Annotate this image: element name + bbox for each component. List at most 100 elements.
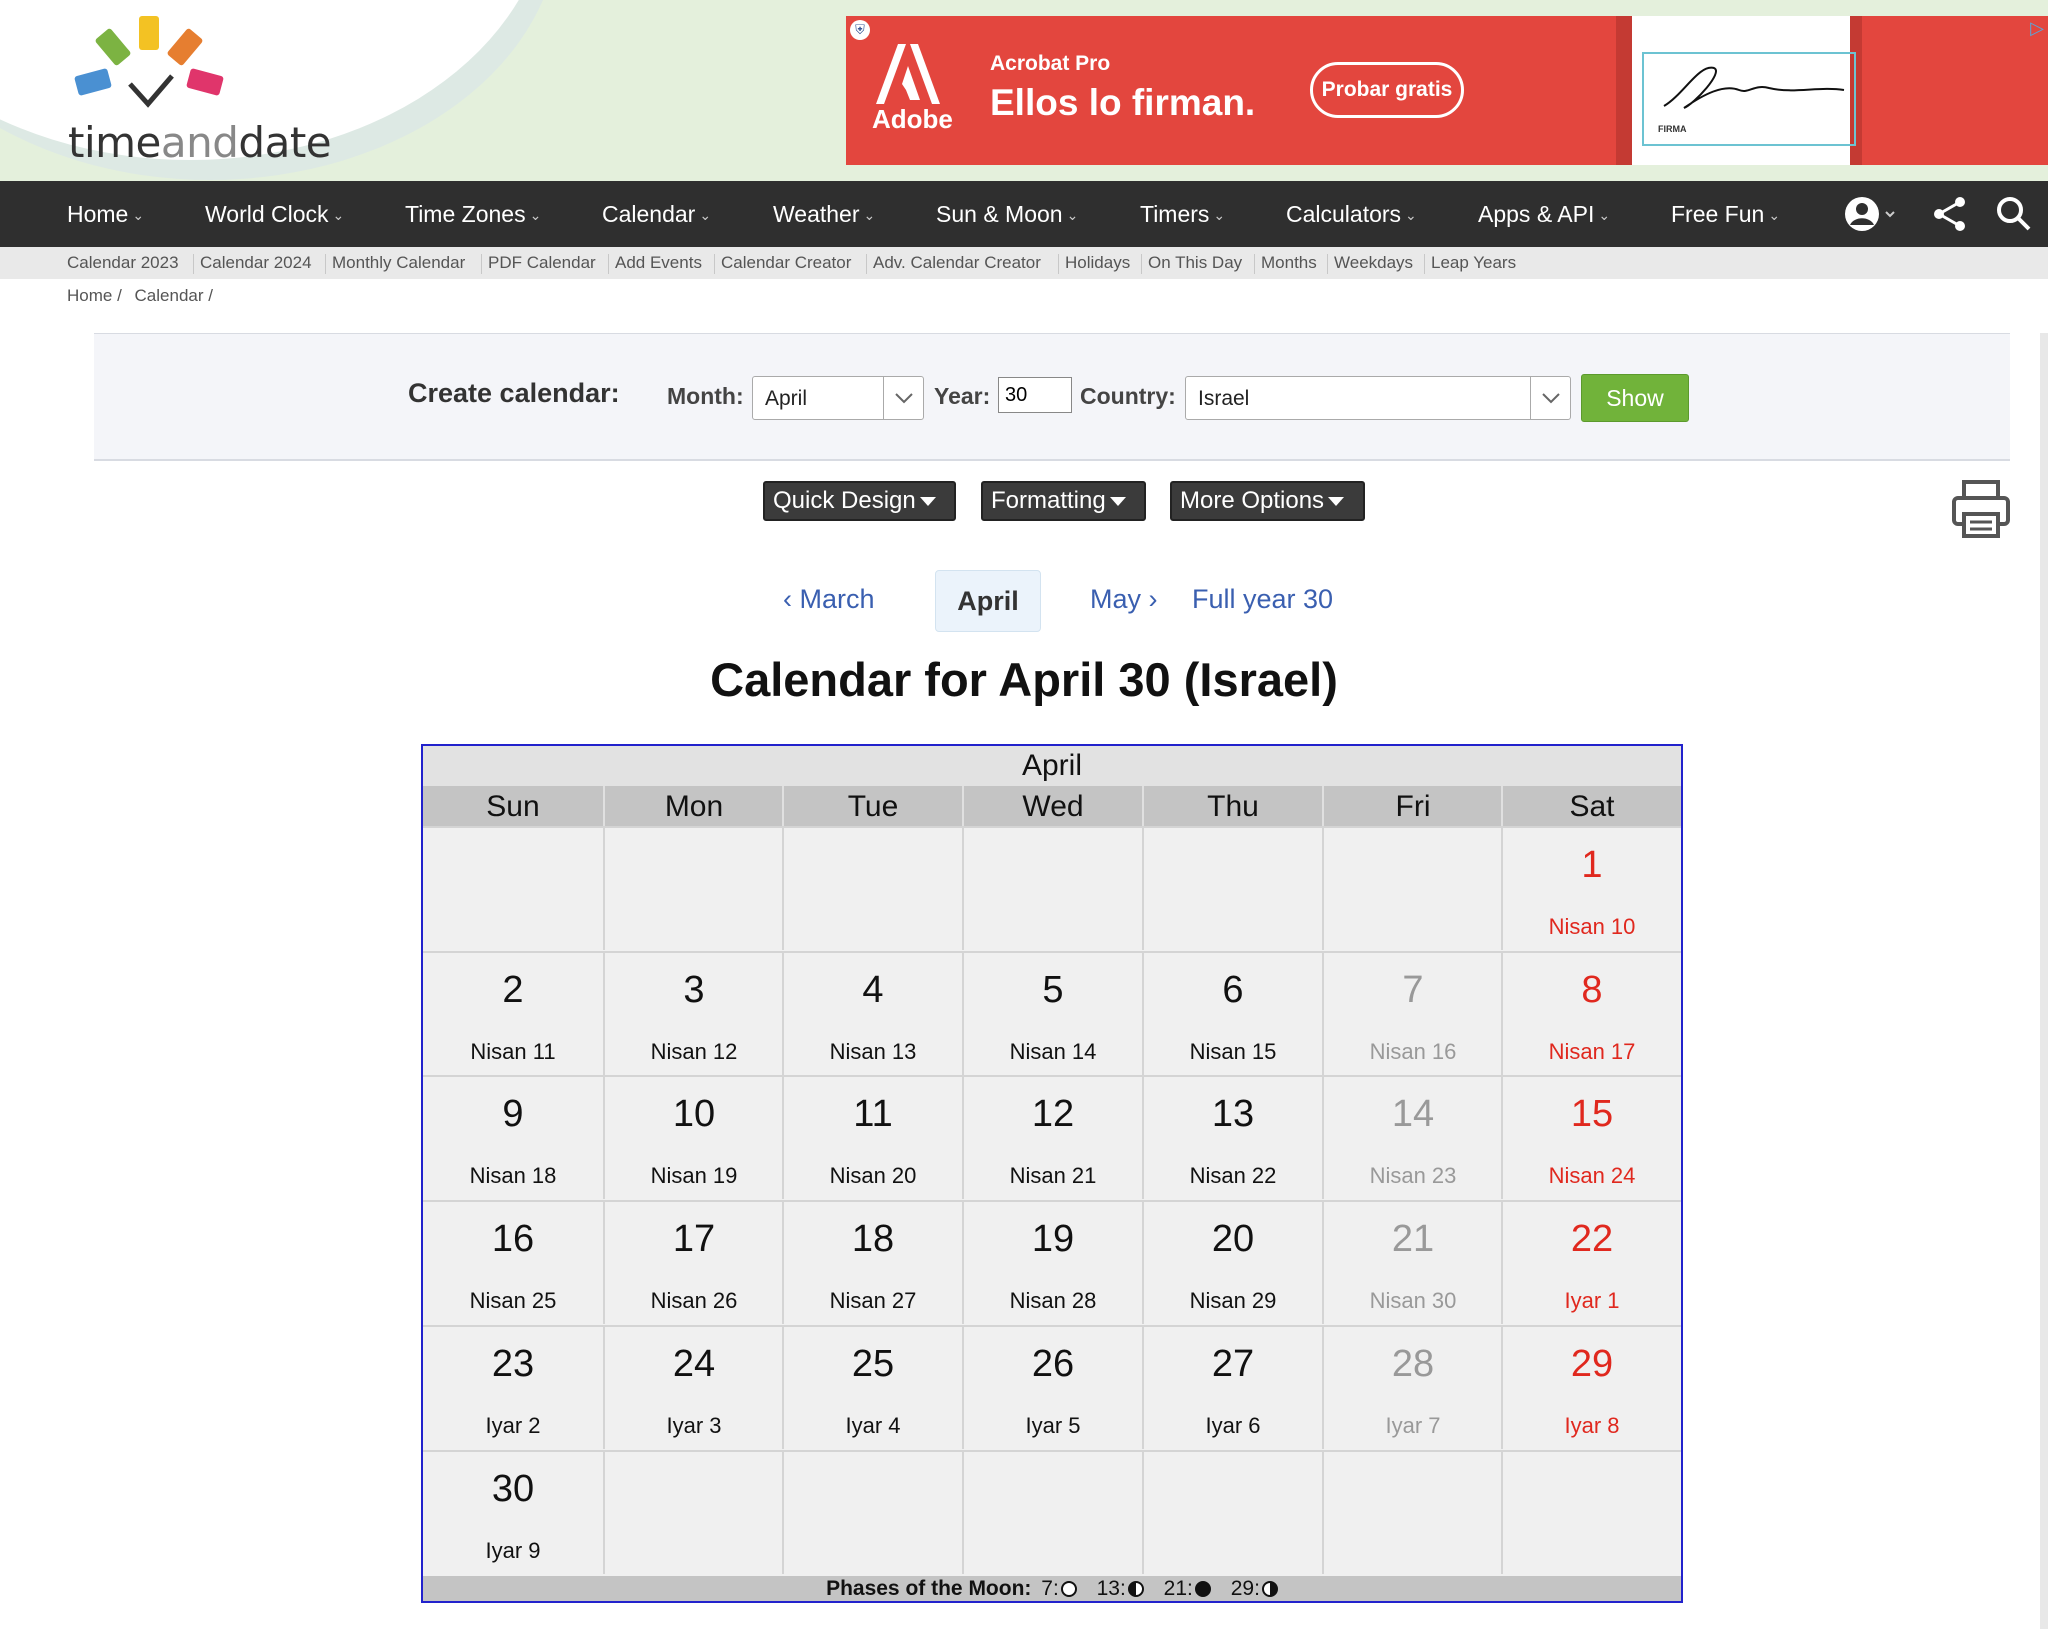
day-number: 26	[1031, 1343, 1075, 1385]
hebrew-date: Nisan 19	[650, 1163, 738, 1188]
breadcrumb: Home / Calendar /	[67, 286, 221, 306]
calendar-day-cell[interactable]: 16 Nisan 25	[423, 1200, 603, 1324]
subnav-months[interactable]: Months	[1261, 253, 1317, 273]
next-month-link[interactable]: May ›	[1090, 584, 1158, 615]
subnav-calendar-2023[interactable]: Calendar 2023	[67, 253, 179, 273]
day-number: 13	[1211, 1093, 1255, 1135]
calendar-empty-cell	[603, 1450, 783, 1574]
subnav-monthly-calendar[interactable]: Monthly Calendar	[332, 253, 465, 273]
calendar-day-cell[interactable]: 23 Iyar 2	[423, 1325, 603, 1449]
calendar-day-cell[interactable]: 8 Nisan 17	[1501, 951, 1681, 1075]
nav-time-zones[interactable]: Time Zones ⌄	[405, 181, 541, 247]
calendar-day-cell[interactable]: 3 Nisan 12	[603, 951, 783, 1075]
calendar-day-cell[interactable]: 26 Iyar 5	[962, 1325, 1142, 1449]
day-number: 19	[1031, 1218, 1075, 1260]
day-number: 23	[491, 1343, 535, 1385]
breadcrumb-calendar[interactable]: Calendar /	[135, 286, 213, 305]
hebrew-date: Nisan 26	[650, 1288, 738, 1313]
year-input[interactable]	[998, 377, 1072, 413]
nav-calculators[interactable]: Calculators ⌄	[1286, 181, 1417, 247]
last-quarter-icon	[1127, 1581, 1144, 1597]
formatting-button[interactable]: Formatting	[981, 481, 1146, 521]
calendar-day-cell[interactable]: 27 Iyar 6	[1142, 1325, 1322, 1449]
calendar-day-cell[interactable]: 12 Nisan 21	[962, 1075, 1142, 1199]
hebrew-date: Nisan 15	[1189, 1039, 1277, 1064]
calendar-day-cell[interactable]: 29 Iyar 8	[1501, 1325, 1681, 1449]
ad-choices-icon[interactable]: ▷	[2030, 18, 2044, 39]
calendar-empty-cell	[423, 826, 603, 950]
prev-month-link[interactable]: ‹ March	[783, 584, 875, 615]
calendar-day-cell[interactable]: 21 Nisan 30	[1322, 1200, 1502, 1324]
weekday-tue: Tue	[782, 786, 962, 826]
calendar-day-cell[interactable]: 15 Nisan 24	[1501, 1075, 1681, 1199]
nav-world-clock[interactable]: World Clock ⌄	[205, 181, 344, 247]
day-number: 28	[1391, 1343, 1435, 1385]
calendar-empty-cell	[782, 1450, 962, 1574]
calendar-day-cell[interactable]: 20 Nisan 29	[1142, 1200, 1322, 1324]
calendar-day-cell[interactable]: 25 Iyar 4	[782, 1325, 962, 1449]
share-icon[interactable]	[1930, 194, 1970, 234]
nav-apps-api[interactable]: Apps & API ⌄	[1478, 181, 1610, 247]
hebrew-date: Nisan 18	[469, 1163, 557, 1188]
calendar-day-cell[interactable]: 5 Nisan 14	[962, 951, 1142, 1075]
subnav-add-events[interactable]: Add Events	[615, 253, 702, 273]
quick-design-button[interactable]: Quick Design	[763, 481, 956, 521]
calendar-day-cell[interactable]: 14 Nisan 23	[1322, 1075, 1502, 1199]
subnav-calendar-creator[interactable]: Calendar Creator	[721, 253, 851, 273]
subnav-leap-years[interactable]: Leap Years	[1431, 253, 1516, 273]
first-quarter-icon	[1261, 1581, 1278, 1597]
main-nav: Home ⌄ World Clock ⌄ Time Zones ⌄ Calendar ⌄…	[0, 181, 2048, 247]
subnav-on-this-day[interactable]: On This Day	[1148, 253, 1242, 273]
calendar-day-cell[interactable]: 1 Nisan 10	[1501, 826, 1681, 950]
full-year-link[interactable]: Full year 30	[1192, 584, 1333, 615]
nav-calendar[interactable]: Calendar ⌄	[602, 181, 711, 247]
breadcrumb-home[interactable]: Home /	[67, 286, 122, 305]
subnav-divider	[1058, 254, 1059, 274]
calendar-day-cell[interactable]: 7 Nisan 16	[1322, 951, 1502, 1075]
hebrew-date: Nisan 22	[1189, 1163, 1277, 1188]
calendar-day-cell[interactable]: 19 Nisan 28	[962, 1200, 1142, 1324]
hebrew-date: Iyar 7	[1385, 1413, 1441, 1438]
calendar-day-cell[interactable]: 28 Iyar 7	[1322, 1325, 1502, 1449]
calendar-day-cell[interactable]: 11 Nisan 20	[782, 1075, 962, 1199]
subnav-holidays[interactable]: Holidays	[1065, 253, 1130, 273]
calendar-day-cell[interactable]: 18 Nisan 27	[782, 1200, 962, 1324]
calendar-day-cell[interactable]: 4 Nisan 13	[782, 951, 962, 1075]
nav-sun-moon[interactable]: Sun & Moon ⌄	[936, 181, 1078, 247]
day-number: 11	[853, 1093, 893, 1135]
calendar-day-cell[interactable]: 17 Nisan 26	[603, 1200, 783, 1324]
subnav-adv-calendar-creator[interactable]: Adv. Calendar Creator	[873, 253, 1041, 273]
subnav-divider	[481, 254, 482, 274]
subnav-calendar-2024[interactable]: Calendar 2024	[200, 253, 312, 273]
subnav-weekdays[interactable]: Weekdays	[1334, 253, 1413, 273]
calendar-day-cell[interactable]: 22 Iyar 1	[1501, 1200, 1681, 1324]
month-calendar: April Sun Mon Tue Wed Thu Fri Sat 1 Nisan 10 2 Ni…	[421, 744, 1683, 1603]
calendar-day-cell[interactable]: 10 Nisan 19	[603, 1075, 783, 1199]
nav-weather[interactable]: Weather ⌄	[773, 181, 875, 247]
search-icon[interactable]	[1994, 194, 2034, 234]
subnav-divider	[608, 254, 609, 274]
calendar-day-cell[interactable]: 9 Nisan 18	[423, 1075, 603, 1199]
ad-info-icon[interactable]: ⛨	[850, 20, 870, 40]
print-icon[interactable]	[1950, 478, 2012, 540]
advertisement-banner[interactable]: ⛨ Adobe Acrobat Pro Ellos lo firman. Pro…	[846, 16, 2048, 165]
ad-cta-button[interactable]: Probar gratis	[1310, 62, 1464, 118]
calendar-empty-cell	[1501, 1450, 1681, 1574]
nav-free-fun[interactable]: Free Fun ⌄	[1671, 181, 1780, 247]
nav-timers[interactable]: Timers ⌄	[1140, 181, 1225, 247]
month-select[interactable]: April	[752, 376, 924, 420]
subnav-divider	[866, 254, 867, 274]
timeanddate-logo[interactable]: timeanddate	[68, 14, 338, 174]
page-scrollbar[interactable]	[2040, 333, 2048, 1629]
calendar-day-cell[interactable]: 24 Iyar 3	[603, 1325, 783, 1449]
nav-home[interactable]: Home ⌄	[67, 181, 144, 247]
calendar-day-cell[interactable]: 13 Nisan 22	[1142, 1075, 1322, 1199]
show-button[interactable]: Show	[1581, 374, 1689, 422]
more-options-button[interactable]: More Options	[1170, 481, 1365, 521]
country-select[interactable]: Israel	[1185, 376, 1571, 420]
calendar-day-cell[interactable]: 6 Nisan 15	[1142, 951, 1322, 1075]
calendar-day-cell[interactable]: 2 Nisan 11	[423, 951, 603, 1075]
user-icon[interactable]	[1842, 194, 1895, 234]
subnav-pdf-calendar[interactable]: PDF Calendar	[488, 253, 596, 273]
calendar-day-cell[interactable]: 30 Iyar 9	[423, 1450, 603, 1574]
